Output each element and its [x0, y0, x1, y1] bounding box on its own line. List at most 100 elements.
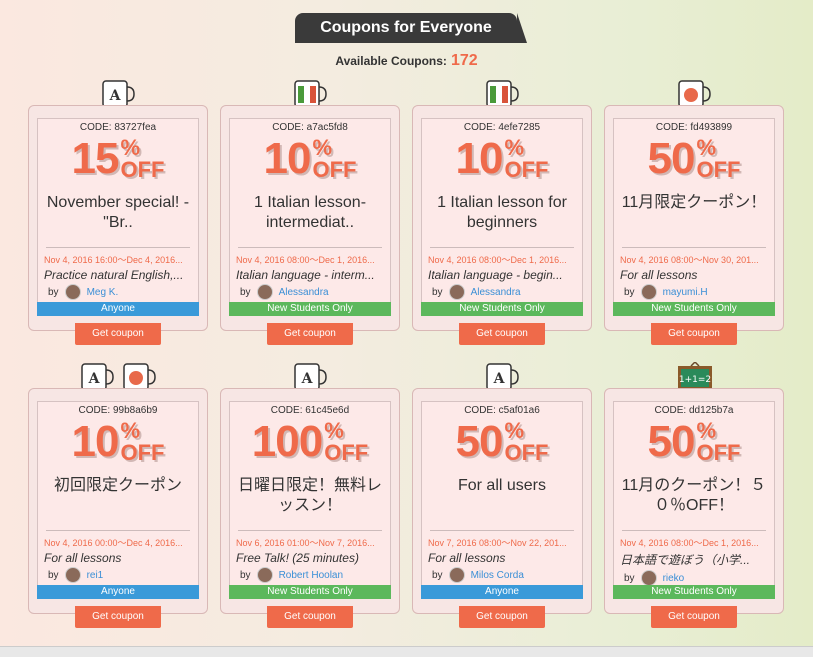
coupon-card: CODE: c5af01a6 50% OFF For all users Nov 7, …	[412, 388, 592, 614]
available-coupons: Available Coupons: 172	[0, 52, 813, 70]
coupon-title: 1 Italian lesson for beginners	[437, 194, 567, 231]
available-label: Available Coupons:	[335, 54, 447, 68]
coupon-lesson: 日本語で遊ぼう（小学...	[620, 553, 751, 567]
coupon-code: CODE: 83727fea	[79, 122, 157, 133]
get-coupon-button[interactable]: Get coupon	[267, 606, 353, 628]
audience-badge: Anyone	[37, 585, 199, 599]
get-coupon-button[interactable]: Get coupon	[651, 606, 737, 628]
coupon-date-range: Nov 4, 2016 08:00～Dec 1, 2016...	[236, 255, 375, 265]
coupon-date-range: Nov 4, 2016 08:00～Nov 30, 201...	[620, 255, 759, 265]
percent-off: % OFF	[696, 420, 740, 464]
avatar[interactable]	[256, 567, 273, 583]
teacher-link[interactable]: Milos Corda	[471, 570, 524, 581]
percent-sign: %	[312, 135, 333, 160]
coupon-lesson: For all lessons	[620, 268, 698, 282]
avatar[interactable]	[64, 284, 81, 300]
percent-sign: %	[696, 418, 717, 443]
discount: 15% OFF	[38, 133, 198, 187]
off-label: OFF	[504, 157, 549, 182]
get-coupon-button[interactable]: Get coupon	[459, 606, 545, 628]
audience-badge: Anyone	[37, 302, 199, 316]
by-label: by	[624, 572, 635, 584]
avatar[interactable]	[448, 567, 465, 583]
discount-value: 100	[251, 417, 323, 466]
teacher-link[interactable]: Alessandra	[279, 287, 329, 298]
percent-off: % OFF	[312, 137, 356, 181]
teacher-byline: by Alessandra	[230, 282, 390, 300]
get-coupon-button[interactable]: Get coupon	[75, 606, 161, 628]
discount-value: 10	[455, 134, 504, 183]
coupon-card: CODE: 83727fea 15% OFF November special! - …	[28, 105, 208, 331]
coupon-title: November special! - "Br..	[46, 194, 190, 231]
coupon-lesson: Practice natural English,...	[44, 268, 184, 282]
get-coupon-button[interactable]: Get coupon	[75, 323, 161, 345]
by-label: by	[432, 569, 443, 581]
discount: 10% OFF	[38, 416, 198, 470]
percent-sign: %	[324, 418, 344, 443]
audience-badge: New Students Only	[613, 585, 775, 599]
percent-off: % OFF	[504, 137, 548, 181]
avatar[interactable]	[448, 284, 465, 300]
coupon-card: CODE: 61c45e6d 100% OFF 日曜日限定！無料レッスン！ Nov 6,…	[220, 388, 400, 614]
teacher-byline: by Meg K.	[38, 282, 198, 300]
teacher-link[interactable]: Meg K.	[87, 287, 119, 298]
audience-badge: New Students Only	[613, 302, 775, 316]
avatar[interactable]	[64, 567, 81, 583]
coupon-date-range: Nov 4, 2016 16:00～Dec 4, 2016...	[44, 255, 183, 265]
coupon-lesson: For all lessons	[44, 551, 122, 565]
coupon-code: CODE: c5af01a6	[464, 405, 540, 416]
coupon-code: CODE: 61c45e6d	[270, 405, 350, 416]
svg-text:A: A	[109, 88, 122, 104]
coupon-card: CODE: fd493899 50% OFF 11月限定クーポン！ Nov 4, 201…	[604, 105, 784, 331]
off-label: OFF	[324, 440, 369, 465]
off-label: OFF	[312, 157, 357, 182]
coupon-title: 11月限定クーポン！	[621, 194, 767, 211]
coupon-code: CODE: a7ac5fd8	[272, 122, 348, 133]
percent-off: % OFF	[696, 137, 740, 181]
avatar[interactable]	[640, 570, 657, 586]
discount-value: 50	[647, 134, 696, 183]
coupon-lesson: For all lessons	[428, 551, 506, 565]
discount: 50% OFF	[614, 416, 774, 470]
teacher-link[interactable]: Alessandra	[471, 287, 521, 298]
coupon-inner: CODE: a7ac5fd8 10% OFF 1 Italian lesson- in…	[229, 118, 391, 316]
by-label: by	[624, 286, 635, 298]
percent-sign: %	[120, 135, 141, 160]
coupon-lesson: Italian language - interm...	[236, 268, 375, 282]
teacher-byline: by Robert Hoolan	[230, 565, 390, 583]
coupon-code: CODE: fd493899	[655, 122, 733, 133]
percent-sign: %	[504, 135, 525, 160]
discount-value: 50	[647, 417, 696, 466]
coupon-date-range: Nov 7, 2016 08:00～Nov 22, 201...	[428, 538, 567, 548]
teacher-link[interactable]: rieko	[663, 573, 685, 584]
get-coupon-button[interactable]: Get coupon	[651, 323, 737, 345]
coupon-inner: CODE: fd493899 50% OFF 11月限定クーポン！ Nov 4, 201…	[613, 118, 775, 316]
get-coupon-button[interactable]: Get coupon	[267, 323, 353, 345]
svg-text:A: A	[493, 371, 506, 387]
teacher-byline: by rei1	[38, 565, 198, 583]
coupon-card: CODE: dd125b7a 50% OFF 11月のクーポン！５０％OFF！ Nov …	[604, 388, 784, 614]
avatar[interactable]	[640, 284, 657, 300]
percent-sign: %	[504, 418, 525, 443]
teacher-link[interactable]: Robert Hoolan	[279, 570, 343, 581]
teacher-link[interactable]: mayumi.H	[663, 287, 708, 298]
teacher-link[interactable]: rei1	[87, 570, 104, 581]
coupon-title: For all users	[457, 477, 547, 494]
coupon-card: CODE: 99b8a6b9 10% OFF 初回限定クーポン Nov 4, 2016 …	[28, 388, 208, 614]
coupon-inner: CODE: 4efe7285 10% OFF 1 Italian lesson for…	[421, 118, 583, 316]
horizontal-scrollbar[interactable]	[0, 646, 813, 657]
discount-value: 15	[71, 134, 120, 183]
discount: 50% OFF	[614, 133, 774, 187]
by-label: by	[432, 286, 443, 298]
percent-off: % OFF	[120, 420, 164, 464]
get-coupon-button[interactable]: Get coupon	[459, 323, 545, 345]
coupon-date-range: Nov 6, 2016 01:00～Nov 7, 2016...	[236, 538, 375, 548]
by-label: by	[48, 569, 59, 581]
avatar[interactable]	[256, 284, 273, 300]
coupon-inner: CODE: 99b8a6b9 10% OFF 初回限定クーポン Nov 4, 2016 …	[37, 401, 199, 599]
off-label: OFF	[120, 157, 165, 182]
coupon-inner: CODE: dd125b7a 50% OFF 11月のクーポン！５０％OFF！ Nov …	[613, 401, 775, 599]
discount-value: 50	[455, 417, 504, 466]
percent-sign: %	[120, 418, 141, 443]
discount: 50% OFF	[422, 416, 582, 470]
